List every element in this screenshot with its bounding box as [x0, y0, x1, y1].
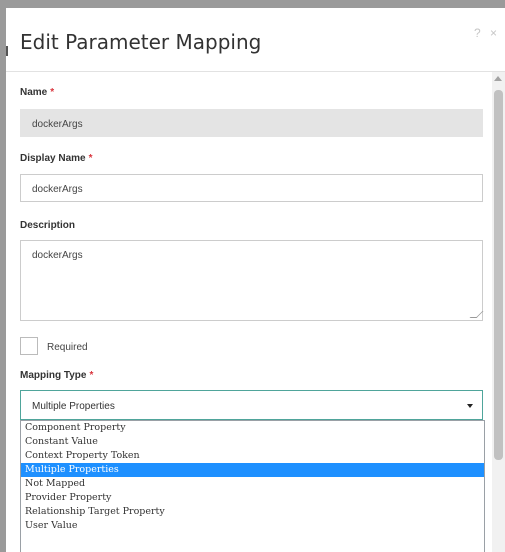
display-name-value: dockerArgs	[32, 184, 83, 195]
option-not-mapped[interactable]: Not Mapped	[21, 477, 484, 491]
header-actions: ? ×	[468, 26, 497, 40]
required-checkbox-label: Required	[47, 342, 88, 353]
help-icon[interactable]: ?	[474, 26, 481, 40]
name-label: Name *	[20, 87, 54, 98]
dialog-scrollbar[interactable]	[492, 72, 505, 552]
mapping-type-label-text: Mapping Type	[20, 370, 87, 381]
display-name-label: Display Name *	[20, 153, 93, 164]
option-constant-value[interactable]: Constant Value	[21, 435, 484, 449]
resize-grip-icon[interactable]	[469, 311, 484, 318]
close-icon[interactable]: ×	[490, 26, 497, 40]
display-name-input[interactable]: dockerArgs	[20, 174, 483, 202]
name-field: dockerArgs	[20, 109, 483, 137]
mapping-type-label: Mapping Type *	[20, 370, 93, 381]
header-edge-marker	[6, 46, 8, 56]
description-label: Description	[20, 220, 75, 231]
option-provider-property[interactable]: Provider Property	[21, 491, 484, 505]
name-label-text: Name	[20, 87, 48, 98]
name-value: dockerArgs	[32, 119, 83, 130]
display-name-required-mark: *	[88, 153, 93, 164]
edit-parameter-mapping-dialog: Edit Parameter Mapping ? × Name * dockerA…	[6, 8, 505, 552]
option-relationship-target-property[interactable]: Relationship Target Property	[21, 505, 484, 519]
description-value: dockerArgs	[32, 250, 83, 261]
option-component-property[interactable]: Component Property	[21, 421, 484, 435]
option-context-property-token[interactable]: Context Property Token	[21, 449, 484, 463]
dialog-header: Edit Parameter Mapping ? ×	[6, 8, 505, 72]
dialog-title: Edit Parameter Mapping	[20, 30, 262, 54]
scroll-up-arrow-icon[interactable]	[494, 76, 502, 81]
chevron-down-icon	[467, 404, 473, 408]
option-user-value[interactable]: User Value	[21, 519, 484, 533]
mapping-type-selected-value: Multiple Properties	[32, 401, 115, 412]
description-label-text: Description	[20, 220, 76, 231]
scrollbar-thumb[interactable]	[494, 90, 503, 460]
required-checkbox[interactable]	[20, 337, 38, 355]
mapping-type-select[interactable]: Multiple Properties	[20, 390, 483, 420]
name-required-mark: *	[50, 87, 55, 98]
display-name-label-text: Display Name	[20, 153, 86, 164]
mapping-type-required-mark: *	[89, 370, 94, 381]
description-textarea[interactable]: dockerArgs	[20, 240, 484, 321]
option-multiple-properties[interactable]: Multiple Properties	[21, 463, 484, 477]
mapping-type-dropdown-list: Component Property Constant Value Contex…	[20, 420, 485, 552]
